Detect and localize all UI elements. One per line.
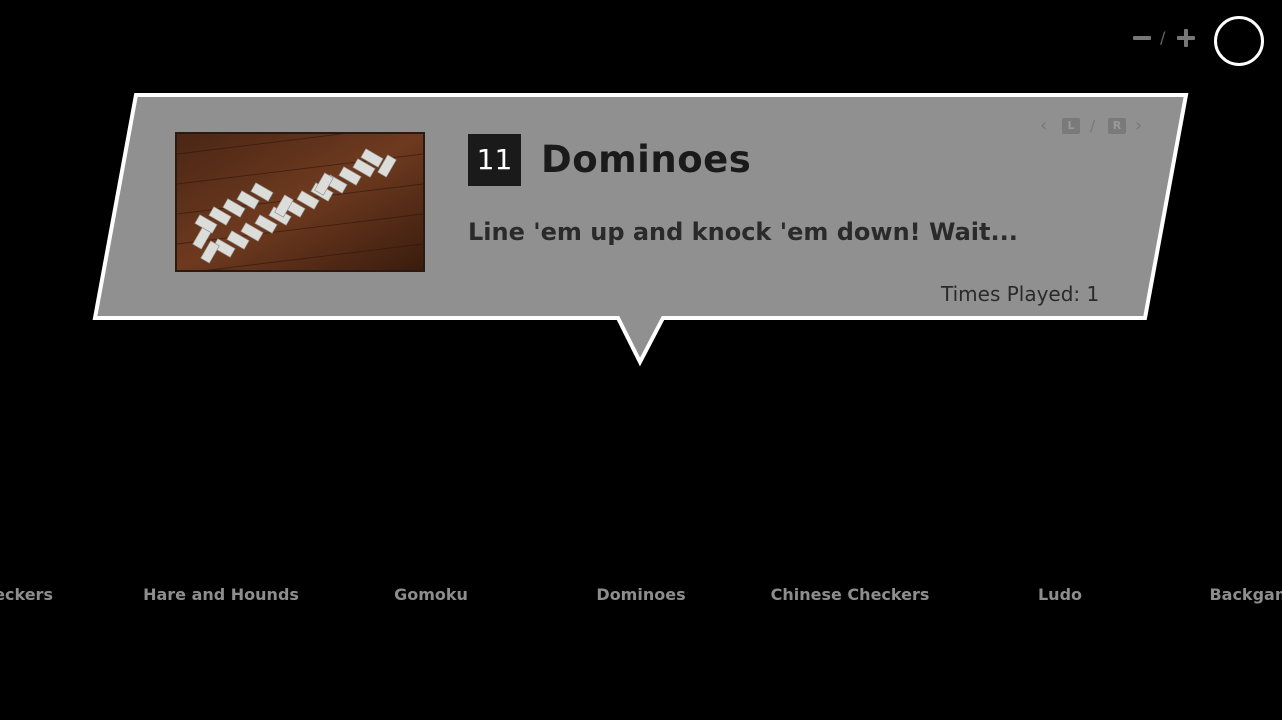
times-played: Times Played: 1 <box>941 282 1100 306</box>
carousel-item-ludo[interactable]: Ludo <box>1038 585 1082 604</box>
game-title: Dominoes <box>541 138 752 181</box>
chevron-left-icon[interactable]: ‹ <box>1040 117 1047 135</box>
carousel-item-gomoku[interactable]: Gomoku <box>394 585 468 604</box>
r-key-icon[interactable]: R <box>1108 118 1126 134</box>
nav-separator: / <box>1090 117 1096 135</box>
carousel-item-hare-and-hounds[interactable]: Hare and Hounds <box>143 585 299 604</box>
carousel-item-backgammon[interactable]: Backgammon <box>1209 585 1282 604</box>
carousel-item-chinese-checkers[interactable]: Chinese Checkers <box>771 585 930 604</box>
game-thumbnail <box>175 132 425 272</box>
game-number-badge: 11 <box>468 134 521 186</box>
game-carousel: Checkers Hare and Hounds Gomoku Dominoes… <box>0 585 1282 609</box>
carousel-item-dominoes[interactable]: Dominoes <box>596 585 685 604</box>
carousel-item-checkers[interactable]: Checkers <box>0 585 53 604</box>
lr-navigation: ‹ L / R › <box>1038 115 1153 137</box>
game-description: Line 'em up and knock 'em down! Wait... <box>468 218 1018 246</box>
game-info-card <box>92 93 1189 367</box>
l-key-icon[interactable]: L <box>1062 118 1080 134</box>
chevron-right-icon[interactable]: › <box>1135 117 1142 135</box>
